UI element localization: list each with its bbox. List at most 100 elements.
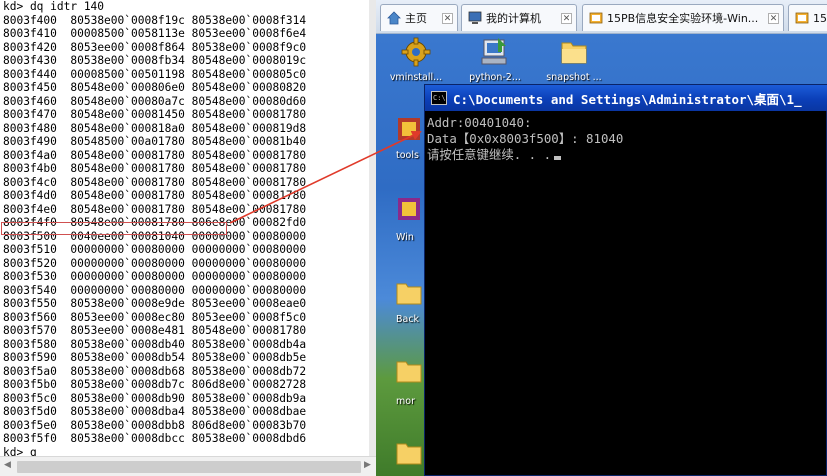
memory-address: 8003f540	[3, 283, 57, 297]
debugger-output-pane[interactable]: kd> dq idtr 140 8003f400 80538e00`0008f1…	[0, 0, 376, 476]
memory-address: 8003f5f0	[3, 432, 57, 445]
folder-icon[interactable]	[394, 278, 424, 308]
memory-qword-1: 80548e00`00081780	[70, 189, 185, 202]
memory-qword-1: 80548e00`00081780	[70, 148, 185, 162]
memory-qword-1: 80538e00`0008f19c	[70, 13, 185, 27]
memory-address: 8003f560	[3, 310, 57, 324]
memory-qword-1: 80538e00`0008e9de	[70, 297, 185, 310]
memory-address: 8003f470	[3, 108, 57, 121]
tab-vm-environment[interactable]: 15PB信息安全实验环境-Win... ✕	[582, 4, 784, 31]
memory-row: 8003f430 80538e00`0008fb34 80548e00`0008…	[3, 54, 306, 68]
memory-qword-2: 80548e00`00081780	[191, 189, 307, 202]
memory-qword-1: 00008500`00501198	[70, 67, 185, 81]
home-icon	[387, 11, 401, 25]
desktop-icon-label: tools	[396, 150, 419, 161]
memory-qword-1: 80548e00`000806e0	[70, 81, 185, 94]
memory-qword-2: 80548e00`000819d8	[191, 121, 307, 135]
console-title-bar[interactable]: C:\ C:\Documents and Settings\Administra…	[425, 85, 827, 111]
memory-qword-1: 80538e00`0008db7c	[70, 378, 185, 391]
memory-qword-2: 80548e00`00081780	[191, 162, 307, 175]
tab-home[interactable]: 主页 ✕	[380, 4, 458, 31]
memory-row: 8003f530 00000000`00080000 00000000`0008…	[3, 270, 306, 284]
console-output: Addr:00401040: Data【0x0x8003f500】: 81040…	[427, 115, 825, 163]
memory-address: 8003f440	[3, 67, 57, 81]
memory-row: 8003f520 00000000`00080000 00000000`0008…	[3, 257, 306, 271]
memory-row: 8003f450 80548e00`000806e0 80548e00`0008…	[3, 81, 306, 95]
close-icon[interactable]: ✕	[768, 13, 779, 24]
close-icon[interactable]: ✕	[561, 13, 572, 24]
memory-address: 8003f4e0	[3, 202, 57, 216]
memory-qword-1: 80548e00`000818a0	[70, 121, 185, 135]
memory-row: 8003f540 00000000`00080000 00000000`0008…	[3, 284, 306, 298]
memory-address: 8003f520	[3, 256, 57, 270]
memory-address: 8003f460	[3, 94, 57, 108]
desktop-icon-python[interactable]: python-2...	[458, 36, 532, 83]
desktop-icon-snapshot[interactable]: snapshot ...	[537, 36, 611, 83]
tab-label: 15PB信息安全实验环境-Win...	[607, 12, 759, 25]
memory-address: 8003f490	[3, 135, 57, 148]
folder-icon[interactable]	[394, 438, 424, 468]
folder-icon[interactable]	[394, 356, 424, 386]
highlighted-idt-entry	[1, 222, 227, 235]
memory-qword-2: 80548e00`00081780	[191, 108, 307, 121]
memory-qword-2: 80538e00`0008f314	[191, 13, 307, 27]
memory-qword-1: 80548e00`00081780	[70, 202, 185, 216]
winrar-icon[interactable]	[394, 194, 424, 224]
scroll-right-icon[interactable]: ▶	[364, 460, 371, 470]
desktop-icon-label: mor	[396, 396, 415, 407]
debugger-command-line: kd> dq idtr 140	[3, 0, 105, 13]
memory-qword-2: 00000000`00080000	[191, 256, 307, 270]
desktop-icon-label: vminstall...	[389, 72, 443, 83]
memory-row: 8003f5e0 80538e00`0008dbb8 806d8e00`0008…	[3, 419, 306, 433]
gear-icon	[401, 37, 431, 67]
memory-address: 8003f580	[3, 337, 57, 351]
folder-icon	[561, 42, 587, 64]
close-icon[interactable]: ✕	[442, 13, 453, 24]
tab-label: 我的计算机	[486, 12, 541, 25]
memory-address: 8003f530	[3, 270, 57, 283]
desktop-icon-label: snapshot ...	[546, 72, 602, 83]
memory-qword-1: 80538e00`0008db40	[70, 337, 185, 351]
memory-qword-2: 80538e00`0008db9a	[191, 391, 307, 405]
vertical-scrollbar[interactable]	[369, 0, 376, 456]
memory-qword-1: 80548e00`00080a7c	[70, 94, 185, 108]
tab-vm-environment-2[interactable]: 15	[788, 4, 827, 31]
desktop-icon-vminstall[interactable]: vminstall...	[379, 36, 453, 83]
memory-address: 8003f570	[3, 324, 57, 337]
memory-qword-2: 80538e00`0008db4a	[191, 337, 307, 351]
memory-qword-2: 8053ee00`0008f6e4	[191, 27, 307, 40]
memory-row: 8003f5c0 80538e00`0008db90 80538e00`0008…	[3, 392, 306, 406]
memory-qword-2: 80548e00`000805c0	[191, 67, 307, 81]
vm-icon	[795, 12, 809, 24]
memory-row: 8003f550 80538e00`0008e9de 8053ee00`0008…	[3, 297, 306, 311]
tools-icon[interactable]	[394, 114, 424, 144]
memory-qword-1: 00000000`00080000	[70, 270, 185, 283]
memory-qword-1: 00000000`00080000	[70, 283, 185, 297]
memory-address: 8003f5b0	[3, 378, 57, 391]
tab-label: 15	[813, 11, 827, 25]
memory-row: 8003f5f0 80538e00`0008dbcc 80538e00`0008…	[3, 432, 306, 446]
memory-qword-1: 8053ee00`0008f864	[70, 40, 185, 54]
memory-address: 8003f590	[3, 351, 57, 364]
text-cursor	[554, 156, 562, 160]
memory-address: 8003f480	[3, 121, 57, 135]
memory-address: 8003f510	[3, 243, 57, 256]
horizontal-scrollbar[interactable]: ◀ ▶	[0, 456, 376, 476]
memory-row: 8003f510 00000000`00080000 00000000`0008…	[3, 243, 306, 257]
scroll-left-icon[interactable]: ◀	[4, 460, 11, 470]
memory-row: 8003f490 80548500`00a01780 80548e00`0008…	[3, 135, 306, 149]
memory-qword-1: 80538e00`0008dbcc	[70, 432, 185, 445]
memory-address: 8003f5c0	[3, 391, 57, 405]
tab-my-computer[interactable]: 我的计算机 ✕	[461, 4, 577, 31]
memory-row: 8003f440 00008500`00501198 80548e00`0008…	[3, 68, 306, 82]
memory-row: 8003f4d0 80548e00`00081780 80548e00`0008…	[3, 189, 306, 203]
memory-row: 8003f5b0 80538e00`0008db7c 806d8e00`0008…	[3, 378, 306, 392]
console-prompt-text: 请按任意键继续. . .	[427, 147, 552, 162]
memory-address: 8003f400	[3, 13, 57, 27]
memory-qword-2: 80538e00`0008f9c0	[191, 40, 307, 54]
memory-qword-1: 80538e00`0008fb34	[70, 54, 185, 67]
memory-qword-1: 80538e00`0008db68	[70, 364, 185, 378]
memory-qword-1: 80538e00`0008dbb8	[70, 418, 185, 432]
console-window[interactable]: C:\ C:\Documents and Settings\Administra…	[424, 84, 827, 476]
scrollbar-thumb[interactable]	[17, 461, 361, 473]
